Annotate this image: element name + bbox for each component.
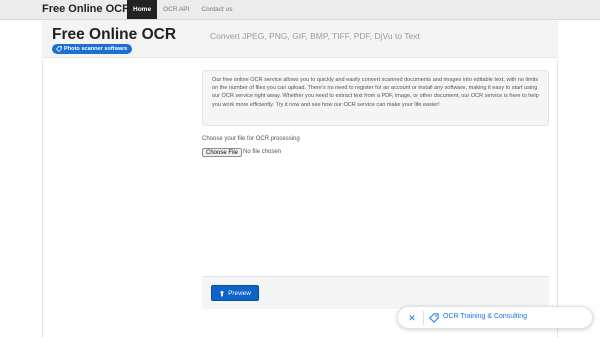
ocr-training-chip[interactable]: ✕ OCR Training & Consulting	[397, 306, 593, 329]
upload-arrow-icon	[219, 290, 225, 296]
tag-icon	[56, 46, 62, 52]
photo-scanner-software-badge[interactable]: Photo scanner software	[52, 44, 133, 54]
top-navbar: Free Online OCR Home OCR API Contact us	[0, 0, 600, 20]
hero-header: Free Online OCR Convert JPEG, PNG, GIF, …	[42, 20, 558, 58]
choose-file-button[interactable]: Choose File	[202, 148, 243, 157]
nav-item-contact-us[interactable]: Contact us	[195, 0, 238, 19]
intro-text-box: Our free online OCR service allows you t…	[202, 70, 549, 126]
page-subtitle: Convert JPEG, PNG, GIF, BMP, TIFF, PDF, …	[210, 31, 420, 41]
nav-item-ocr-api[interactable]: OCR API	[157, 0, 195, 19]
chip-label[interactable]: OCR Training & Consulting	[443, 313, 527, 320]
tag-icon	[429, 313, 439, 323]
upload-label: Choose your file for OCR processing	[202, 136, 300, 142]
close-icon[interactable]: ✕	[406, 312, 418, 324]
page-title: Free Online OCR	[52, 26, 177, 43]
badge-label: Photo scanner software	[64, 46, 128, 52]
navbar-brand[interactable]: Free Online OCR	[42, 3, 130, 15]
nav-item-home[interactable]: Home	[127, 0, 158, 19]
form-actions-bar: Preview	[202, 276, 549, 309]
file-status-text: No file chosen	[243, 149, 282, 155]
intro-text: Our free online OCR service allows you t…	[212, 77, 539, 108]
preview-button-label: Preview	[228, 289, 251, 297]
preview-button[interactable]: Preview	[211, 285, 259, 301]
navbar-menu: Home OCR API Contact us	[127, 0, 239, 19]
chip-divider	[423, 311, 424, 325]
